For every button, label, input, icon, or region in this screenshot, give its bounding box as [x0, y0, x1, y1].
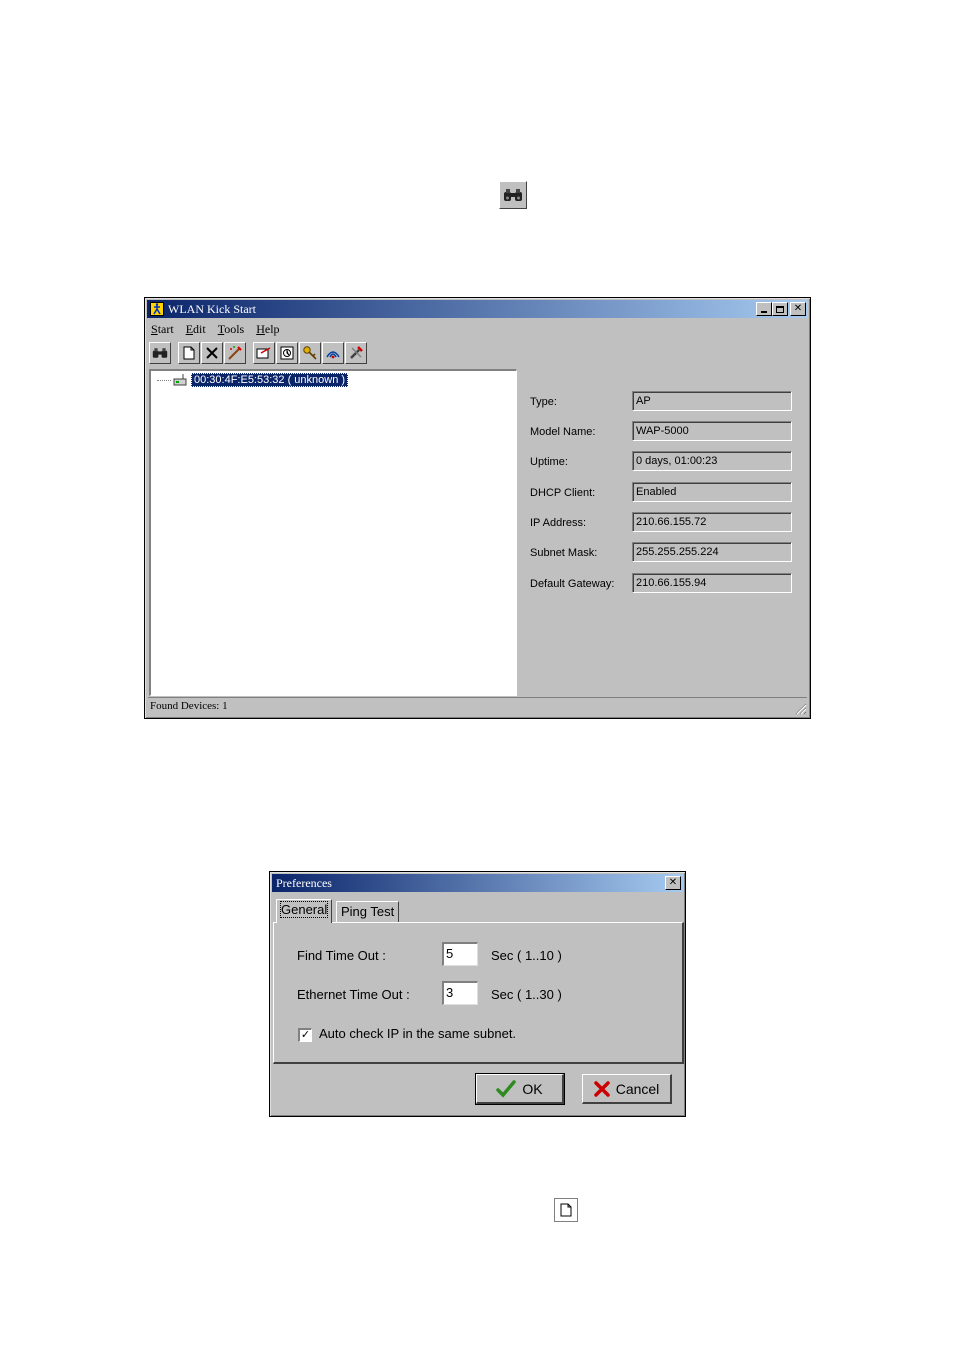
edit-wand-icon[interactable] — [224, 342, 246, 364]
dhcp-client-label: DHCP Client: — [530, 487, 596, 499]
preferences-titlebar[interactable]: Preferences ✕ — [272, 874, 683, 892]
model-name-label: Model Name: — [530, 426, 596, 438]
config-icon[interactable] — [253, 342, 275, 364]
tab-ping-test[interactable]: Ping Test — [336, 901, 400, 923]
wireless-icon[interactable] — [322, 342, 344, 364]
menu-bar: Start Edit Tools Help — [151, 320, 280, 338]
device-tree[interactable]: 00:30:4F:E5:53:32 ( unknown ) — [149, 369, 517, 696]
menu-help[interactable]: Help — [256, 322, 279, 337]
auto-check-checkbox[interactable]: ✓ — [298, 1028, 312, 1042]
default-gateway-field: 210.66.155.94 — [632, 573, 792, 593]
uptime-field: 0 days, 01:00:23 — [632, 451, 792, 471]
find-timeout-input[interactable]: 5 — [442, 942, 478, 966]
type-field: AP — [632, 391, 792, 411]
access-point-icon — [173, 374, 187, 386]
dhcp-client-field: Enabled — [632, 482, 792, 502]
tab-ping-test-label: Ping Test — [341, 904, 395, 919]
general-tab-panel: Find Time Out : 5 Sec ( 1..10 ) Ethernet… — [273, 922, 684, 1064]
menu-start[interactable]: Start — [151, 322, 174, 337]
resize-grip-icon[interactable] — [793, 701, 807, 715]
tab-general[interactable]: General — [276, 899, 333, 923]
find-timeout-label: Find Time Out : — [297, 948, 386, 963]
menu-tools[interactable]: Tools — [218, 322, 245, 337]
kickstart-window: WLAN Kick Start ✕ Start Edit Tools Help — [144, 297, 811, 719]
tab-general-label: General — [279, 901, 329, 918]
upgrade-icon[interactable] — [276, 342, 298, 364]
window-title: WLAN Kick Start — [168, 301, 256, 316]
checkmark-icon — [496, 1079, 517, 1098]
ethernet-timeout-label: Ethernet Time Out : — [297, 987, 410, 1002]
default-gateway-label: Default Gateway: — [530, 578, 615, 590]
minimize-button[interactable] — [756, 302, 772, 316]
close-button[interactable]: ✕ — [665, 876, 681, 890]
new-document-icon[interactable] — [178, 342, 200, 364]
toolbar — [149, 340, 368, 366]
uptime-label: Uptime: — [530, 456, 568, 468]
maximize-button[interactable] — [772, 302, 788, 316]
auto-check-label: Auto check IP in the same subnet. — [319, 1026, 517, 1041]
ok-label: OK — [522, 1080, 543, 1097]
app-icon — [150, 302, 164, 316]
kickstart-titlebar[interactable]: WLAN Kick Start ✕ — [147, 300, 808, 318]
status-bar: Found Devices: 1 — [148, 697, 807, 715]
subnet-mask-field: 255.255.255.224 — [632, 542, 792, 562]
model-name-field: WAP-5000 — [632, 421, 792, 441]
cancel-label: Cancel — [615, 1080, 660, 1097]
ip-address-label: IP Address: — [530, 517, 587, 529]
key-icon[interactable] — [299, 342, 321, 364]
binoculars-icon — [499, 181, 527, 209]
ip-address-field: 210.66.155.72 — [632, 512, 792, 532]
menu-edit[interactable]: Edit — [186, 322, 206, 337]
ethernet-timeout-range: Sec ( 1..30 ) — [491, 987, 562, 1002]
device-mac-label: 00:30:4F:E5:53:32 ( unknown ) — [191, 373, 349, 387]
ok-button[interactable]: OK — [475, 1073, 565, 1105]
tree-connector — [157, 379, 171, 381]
type-label: Type: — [530, 396, 557, 408]
preferences-dialog: Preferences ✕ General Ping Test Find Tim… — [269, 871, 686, 1117]
ethernet-timeout-input[interactable]: 3 — [442, 981, 478, 1005]
binoculars-icon[interactable] — [149, 342, 171, 364]
find-timeout-range: Sec ( 1..10 ) — [491, 948, 562, 963]
cancel-x-icon — [593, 1080, 610, 1097]
delete-icon[interactable] — [201, 342, 223, 364]
subnet-mask-label: Subnet Mask: — [530, 547, 598, 559]
tree-device-item[interactable]: 00:30:4F:E5:53:32 ( unknown ) — [157, 373, 349, 387]
dialog-title: Preferences — [276, 875, 332, 890]
close-button[interactable]: ✕ — [790, 302, 806, 316]
cancel-button[interactable]: Cancel — [582, 1074, 672, 1104]
new-document-icon — [554, 1198, 578, 1222]
tools-icon[interactable] — [345, 342, 367, 364]
